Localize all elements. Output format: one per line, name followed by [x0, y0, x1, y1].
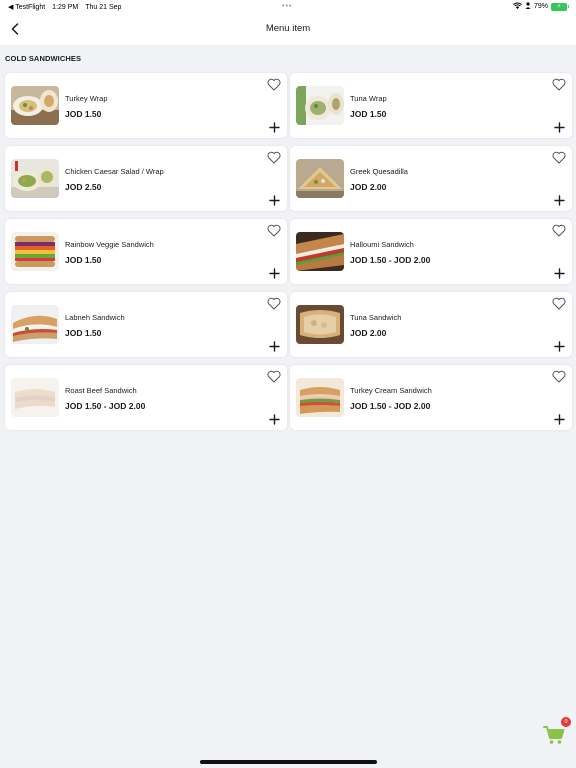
greek-quesadilla-image — [296, 159, 344, 198]
item-name: Roast Beef Sandwich — [65, 386, 137, 395]
plus-icon[interactable] — [269, 195, 280, 206]
multitasking-dots[interactable]: ••• — [282, 3, 292, 10]
heart-icon[interactable] — [552, 370, 566, 383]
shopping-cart-icon[interactable] — [543, 725, 565, 745]
item-name: Turkey Cream Sandwich — [350, 386, 432, 395]
battery-percent: 79% — [533, 3, 548, 10]
item-name: Turkey Wrap — [65, 94, 108, 103]
heart-icon[interactable] — [552, 297, 566, 310]
menu-item-card[interactable]: Halloumi Sandwich JOD 1.50 - JOD 2.00 — [290, 219, 572, 284]
item-name: Greek Quesadilla — [350, 167, 408, 176]
menu-item-card[interactable]: Labneh Sandwich JOD 1.50 — [5, 292, 287, 357]
status-bar: ◀ TestFlight 1:29 PM Thu 21 Sep ••• 79% … — [0, 0, 576, 14]
heart-icon[interactable] — [552, 224, 566, 237]
item-price: JOD 1.50 — [65, 328, 102, 338]
item-price: JOD 1.50 — [65, 109, 102, 119]
item-name: Tuna Sandwich — [350, 313, 402, 322]
status-date: Thu 21 Sep — [85, 3, 122, 11]
item-price: JOD 2.50 — [65, 182, 102, 192]
menu-item-card[interactable]: Greek Quesadilla JOD 2.00 — [290, 146, 572, 211]
plus-icon[interactable] — [554, 195, 565, 206]
heart-icon[interactable] — [552, 151, 566, 164]
item-price: JOD 2.00 — [350, 328, 387, 338]
item-price: JOD 1.50 - JOD 2.00 — [350, 401, 431, 411]
item-name: Rainbow Veggie Sandwich — [65, 240, 154, 249]
halloumi-sandwich-image — [296, 232, 344, 271]
menu-items-grid: Turkey Wrap JOD 1.50 Tuna Wrap JOD 1.50 … — [5, 73, 572, 430]
plus-icon[interactable] — [554, 414, 565, 425]
item-name: Chicken Caesar Salad / Wrap — [65, 167, 164, 176]
rainbow-veggie-sandwich-image — [11, 232, 59, 271]
plus-icon[interactable] — [269, 268, 280, 279]
location-icon — [525, 2, 531, 11]
item-price: JOD 2.00 — [350, 182, 387, 192]
plus-icon[interactable] — [554, 122, 565, 133]
plus-icon[interactable] — [269, 122, 280, 133]
menu-item-card[interactable]: Tuna Wrap JOD 1.50 — [290, 73, 572, 138]
roast-beef-sandwich-image — [11, 378, 59, 417]
heart-icon[interactable] — [267, 151, 281, 164]
item-price: JOD 1.50 — [65, 255, 102, 265]
plus-icon[interactable] — [554, 268, 565, 279]
status-time: 1:29 PM — [52, 3, 79, 11]
menu-item-card[interactable]: Rainbow Veggie Sandwich JOD 1.50 — [5, 219, 287, 284]
menu-item-card[interactable]: Tuna Sandwich JOD 2.00 — [290, 292, 572, 357]
battery-icon: ⚡ — [551, 2, 569, 11]
heart-icon[interactable] — [267, 370, 281, 383]
turkey-wrap-image — [11, 86, 59, 125]
menu-item-card[interactable]: Roast Beef Sandwich JOD 1.50 - JOD 2.00 — [5, 365, 287, 430]
labneh-sandwich-image — [11, 305, 59, 344]
heart-icon[interactable] — [552, 78, 566, 91]
section-title: COLD SANDWICHES — [5, 54, 82, 63]
heart-icon[interactable] — [267, 297, 281, 310]
plus-icon[interactable] — [269, 414, 280, 425]
turkey-cream-sandwich-image — [296, 378, 344, 417]
menu-item-card[interactable]: Chicken Caesar Salad / Wrap JOD 2.50 — [5, 146, 287, 211]
heart-icon[interactable] — [267, 78, 281, 91]
tuna-wrap-image — [296, 86, 344, 125]
item-name: Halloumi Sandwich — [350, 240, 414, 249]
item-price: JOD 1.50 — [350, 109, 387, 119]
chicken-caesar-wrap-image — [11, 159, 59, 198]
home-indicator[interactable] — [200, 760, 377, 764]
item-name: Labneh Sandwich — [65, 313, 125, 322]
back-to-testflight-link[interactable]: ◀ TestFlight — [8, 3, 45, 11]
cart-count-badge: 0 — [561, 717, 571, 727]
plus-icon[interactable] — [269, 341, 280, 352]
item-name: Tuna Wrap — [350, 94, 387, 103]
menu-item-card[interactable]: Turkey Cream Sandwich JOD 1.50 - JOD 2.0… — [290, 365, 572, 430]
item-price: JOD 1.50 - JOD 2.00 — [350, 255, 431, 265]
heart-icon[interactable] — [267, 224, 281, 237]
navigation-bar: Menu item — [0, 14, 576, 45]
tuna-sandwich-image — [296, 305, 344, 344]
item-price: JOD 1.50 - JOD 2.00 — [65, 401, 146, 411]
page-title: Menu item — [265, 23, 311, 34]
menu-item-card[interactable]: Turkey Wrap JOD 1.50 — [5, 73, 287, 138]
plus-icon[interactable] — [554, 341, 565, 352]
wifi-icon — [513, 2, 522, 11]
